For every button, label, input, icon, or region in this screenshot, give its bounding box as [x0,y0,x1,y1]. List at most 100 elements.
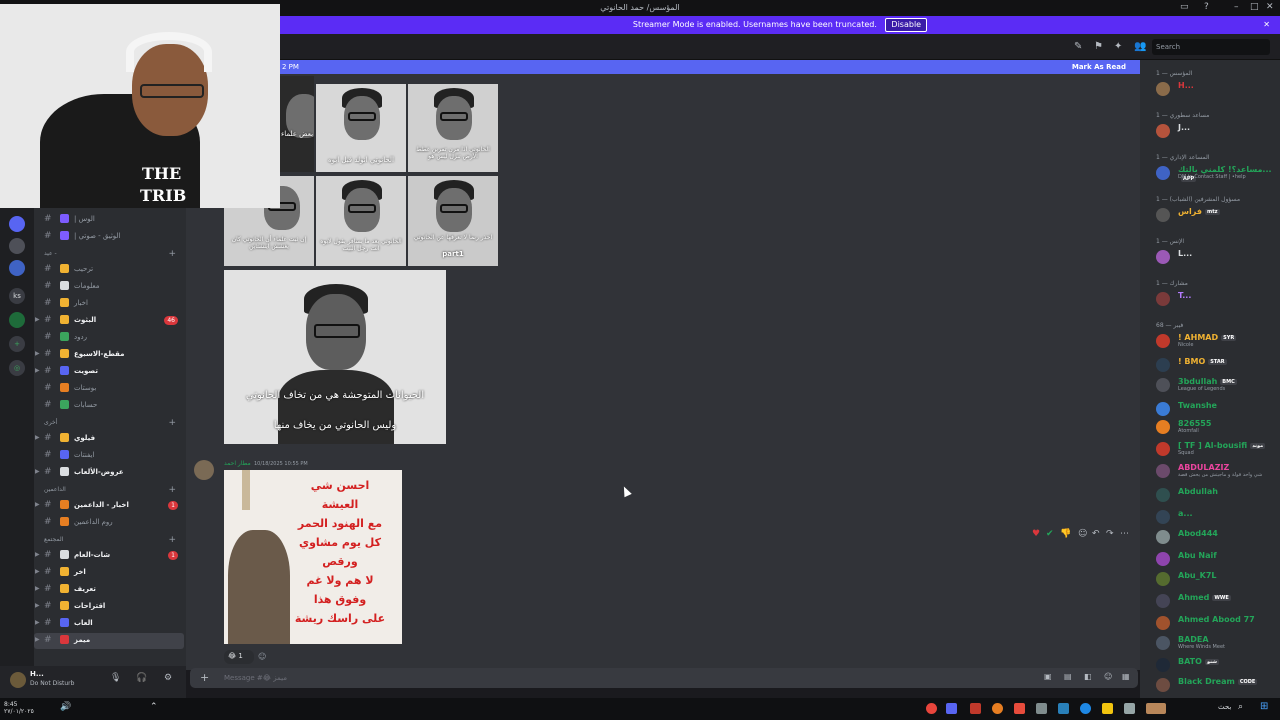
settings-gear-icon[interactable]: ⚙ [164,673,172,683]
threads-icon[interactable]: ✎ [1074,41,1082,52]
meme-image[interactable]: بعض علماء [280,76,314,172]
channel-item[interactable]: # | الوثيق - صوتي [34,229,184,245]
maximize-icon[interactable]: □ [1250,2,1259,12]
member-item[interactable]: J... [1154,122,1278,140]
disable-streamer-mode-button[interactable]: Disable [885,18,928,32]
meme-image[interactable]: الحانوتي اذا مرن تمرين غطط الأرض تنزل لي… [408,84,498,172]
reaction-icon[interactable]: ♥ [1032,529,1040,539]
member-list-icon[interactable]: 👥 [1134,41,1146,52]
poster-image[interactable]: احسن شي العيشة مع الهنود الحمر كل يوم مشاوي… [224,470,402,644]
reaction-chip[interactable]: 😂 1 [224,650,254,664]
channel-item[interactable]: ▶ # اخر [34,565,184,581]
app-icon[interactable] [1124,703,1135,714]
member-item[interactable]: Abu Naif [1154,550,1278,568]
channel-item[interactable]: ▶ # البثوث 46 [34,313,184,329]
app-icon[interactable] [1058,703,1069,714]
mark-as-read-button[interactable]: Mark As Read [1072,63,1126,71]
member-item[interactable]: ! BMO STAR [1154,356,1278,374]
server-icon[interactable] [9,260,25,276]
app-icon[interactable] [1014,703,1025,714]
taskbar-search-label[interactable]: بحث [1218,703,1231,711]
channel-item[interactable]: # معلومات [34,279,184,295]
member-item[interactable]: Abod444 [1154,528,1278,546]
gift-icon[interactable]: ▣ [1044,672,1052,681]
add-channel-icon[interactable]: + [168,418,176,428]
server-icon[interactable] [9,238,25,254]
meme-image[interactable]: الحيوانات المتوحشة هي من تخاف الحانوتي و… [224,270,446,444]
edge-icon[interactable] [1080,703,1091,714]
meme-image[interactable]: احذر ربما لا تعرفها عن الحانوتي part1 [408,176,498,266]
member-item[interactable]: 3bdullah BMC League of Legends [1154,376,1278,394]
avatar[interactable] [194,460,214,480]
gif-icon[interactable]: ▤ [1064,672,1072,681]
app-icon[interactable] [1146,703,1166,714]
meme-image[interactable]: الحانوتي انولد قبل ابوه [316,84,406,172]
new-messages-bar[interactable]: 2 PM Mark As Read [280,60,1140,74]
search-icon[interactable]: ⌕ [1238,702,1243,712]
member-item[interactable]: Black Dream CODE [1154,676,1278,694]
channel-item[interactable]: ▶ # شات-العام 1 [34,548,184,564]
message-author[interactable]: مطار احمد [224,460,251,467]
member-item[interactable]: 826555 Atomfall [1154,418,1278,436]
channel-category[interactable]: الداعمين + [44,485,184,495]
explore-icon[interactable]: ◎ [9,360,25,376]
apps-icon[interactable]: ▦ [1122,672,1130,681]
channel-item[interactable]: # بوستات [34,381,184,397]
forward-icon[interactable]: ↷ [1106,529,1114,539]
add-server-icon[interactable]: + [9,336,25,352]
chrome-icon[interactable] [926,703,937,714]
reaction-icon[interactable]: 👎 [1060,529,1071,539]
member-item[interactable]: Abdullah [1154,486,1278,504]
member-item[interactable]: فراس mtz [1154,206,1278,224]
close-banner-icon[interactable]: ✕ [1263,16,1270,34]
add-attachment-icon[interactable]: + [200,671,209,684]
minimize-icon[interactable]: – [1234,2,1239,12]
file-explorer-icon[interactable] [1102,703,1113,714]
chevron-up-icon[interactable]: ⌃ [150,702,158,712]
help-icon[interactable]: ? [1204,2,1209,12]
channel-item[interactable]: ▶ # عروض-الألعاب [34,465,184,481]
member-item[interactable]: [ TF ] Al-bousifi موند Squad [1154,440,1278,458]
sticker-icon[interactable]: ◧ [1084,672,1092,681]
member-item[interactable]: ! AHMAD SYR Nicole [1154,332,1278,350]
channel-item[interactable]: ▶ # فيلوي [34,431,184,447]
channel-item[interactable]: ▶ # العاب [34,616,184,632]
channel-item[interactable]: ▶ # مقطع-الاسبوع [34,347,184,363]
discord-icon[interactable] [946,703,957,714]
pinned-messages-icon[interactable]: ✦ [1114,41,1122,52]
server-icon[interactable]: ks [9,288,25,304]
member-item[interactable]: H... [1154,80,1278,98]
app-icon[interactable] [1036,703,1047,714]
add-channel-icon[interactable]: + [168,535,176,545]
meme-image[interactable]: الحانوتي بعد ما يسافر يقول لابوه انت رجل… [316,176,406,266]
search-input[interactable]: Search [1152,39,1270,55]
windows-start-icon[interactable]: ⊞ [1260,701,1268,712]
channel-item[interactable]: # حسابات [34,398,184,414]
app-icon[interactable] [970,703,981,714]
member-item[interactable]: Twanshe [1154,400,1278,418]
member-item[interactable]: ABDULAZIZ شي واحد قولة و ماجيتش من يحش قص… [1154,462,1278,480]
channel-category[interactable]: أخرى + [44,418,184,428]
more-options-icon[interactable]: ⋯ [1120,529,1129,539]
member-item[interactable]: BATO شنو [1154,656,1278,674]
microphone-icon[interactable]: 🎙 [110,673,121,683]
member-item[interactable]: Ahmed Abood 77 [1154,614,1278,632]
firefox-icon[interactable] [992,703,1003,714]
channel-item[interactable]: # | الوس [34,212,184,228]
emoji-icon[interactable]: ☺ [1104,672,1112,681]
member-item[interactable]: L... [1154,248,1278,266]
notification-settings-icon[interactable]: ⚑ [1094,41,1103,52]
add-reaction-icon[interactable]: ☺ [258,652,266,661]
channel-item[interactable]: ▶ # تصويت [34,364,184,380]
member-item[interactable]: BADEA Where Winds Meet [1154,634,1278,652]
channel-item[interactable]: # ترحيب [34,262,184,278]
volume-icon[interactable]: 🔊 [60,702,71,712]
server-icon[interactable] [9,312,25,328]
channel-item[interactable]: # اخبار [34,296,184,312]
inbox-icon[interactable]: ▭ [1180,2,1189,12]
headphones-icon[interactable]: 🎧 [136,673,147,683]
channel-item[interactable]: ▶ # تعريف [34,582,184,598]
member-item[interactable]: a... [1154,508,1278,526]
channel-item[interactable]: ▶ # اخبار - الداعمين 1 [34,498,184,514]
channel-item[interactable]: # ردود [34,330,184,346]
